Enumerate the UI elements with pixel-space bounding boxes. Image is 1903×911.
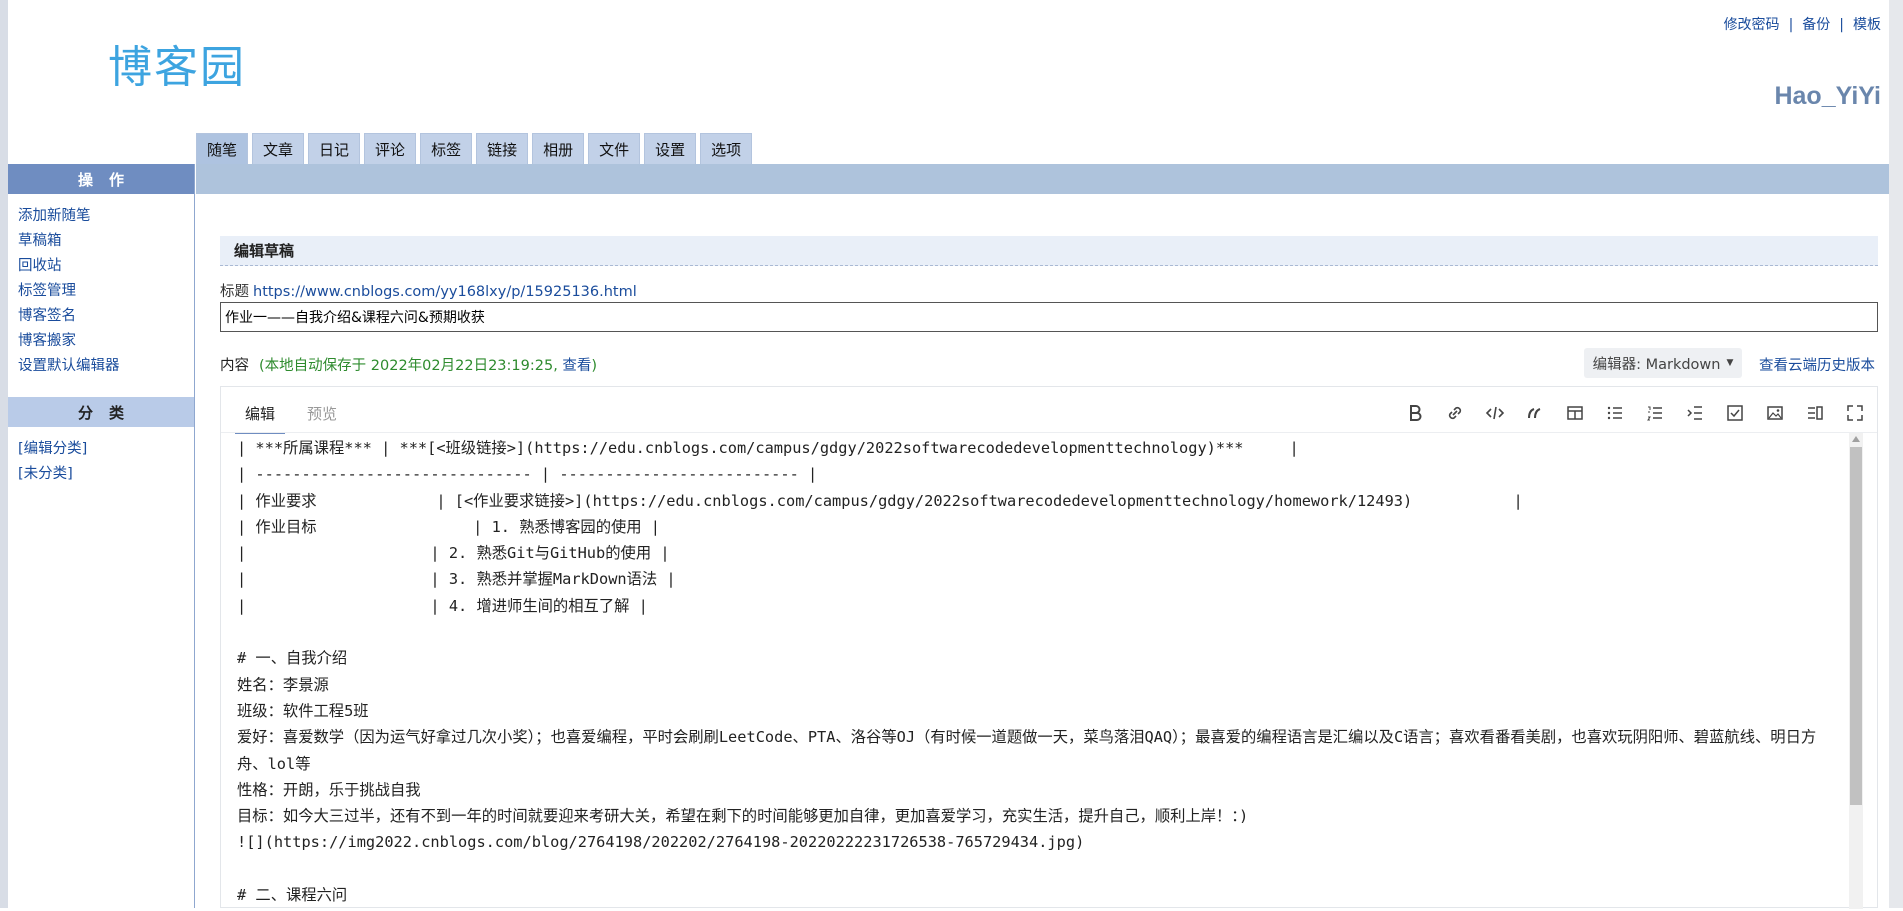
sidebar-category-list: [编辑分类] [未分类]: [8, 427, 194, 491]
main-tabs: 随笔 文章 日记 评论 标签 链接 相册 文件 设置 选项: [196, 133, 756, 165]
post-url-link[interactable]: https://www.cnblogs.com/yy168lxy/p/15925…: [253, 284, 637, 300]
editor-tabs: 编辑 预览: [235, 403, 359, 434]
unordered-list-icon[interactable]: [1605, 403, 1625, 423]
sidebar-item-drafts[interactable]: 草稿箱: [18, 229, 194, 254]
tab-posts[interactable]: 随笔: [196, 133, 249, 164]
markdown-editor: 编辑 预览 | ***所属课程*** | ***[<班级链接>](https:/…: [220, 386, 1878, 911]
ordered-list-icon[interactable]: [1645, 403, 1665, 423]
window-right-border: [1889, 0, 1903, 908]
editor-toolbar: [1405, 403, 1865, 423]
autosave-end: ): [591, 358, 598, 374]
content-row: 内容 (本地自动保存于 2022年02月22日23:19:25, 查看): [220, 354, 597, 375]
change-password-link[interactable]: 修改密码: [1724, 17, 1780, 33]
table-icon[interactable]: [1565, 403, 1585, 423]
bold-icon[interactable]: [1405, 403, 1425, 423]
separator: |: [1839, 17, 1844, 33]
section-title: 编辑草稿: [220, 236, 1878, 266]
tab-tags[interactable]: 标签: [420, 133, 473, 164]
split-view-icon[interactable]: [1805, 403, 1825, 423]
window-left-border: [0, 0, 8, 908]
editor-tab-preview[interactable]: 预览: [297, 403, 347, 434]
title-input[interactable]: [220, 302, 1878, 332]
backup-link[interactable]: 备份: [1802, 17, 1830, 33]
sidebar-item-blog-move[interactable]: 博客搬家: [18, 329, 194, 354]
title-label: 标题: [220, 284, 249, 300]
title-row: 标题 https://www.cnblogs.com/yy168lxy/p/159…: [220, 280, 637, 301]
code-icon[interactable]: [1485, 403, 1505, 423]
cloud-history-link[interactable]: 查看云端历史版本: [1759, 354, 1875, 375]
image-icon[interactable]: [1765, 403, 1785, 423]
sidebar-ops-header: 操作: [8, 164, 194, 194]
sidebar-item-edit-category[interactable]: [编辑分类]: [18, 437, 194, 462]
sidebar-item-uncategorized[interactable]: [未分类]: [18, 462, 194, 487]
sidebar-category-header: 分类: [8, 397, 194, 427]
tab-diary[interactable]: 日记: [308, 133, 361, 164]
tab-albums[interactable]: 相册: [532, 133, 585, 164]
indent-icon[interactable]: [1685, 403, 1705, 423]
autosave-status: (本地自动保存于 2022年02月22日23:19:25, 查看): [259, 358, 597, 374]
sidebar: 操作 添加新随笔 草稿箱 回收站 标签管理 博客签名 博客搬家 设置默认编辑器 …: [8, 164, 195, 908]
editor-scrollbar[interactable]: [1849, 433, 1863, 909]
template-link[interactable]: 模板: [1853, 17, 1881, 33]
quote-icon[interactable]: [1525, 403, 1545, 423]
fullscreen-icon[interactable]: [1845, 403, 1865, 423]
content-label: 内容: [220, 358, 249, 374]
caret-down-icon: ▼: [1726, 358, 1734, 368]
cnblogs-logo[interactable]: 博客园: [108, 36, 268, 93]
sidebar-item-blog-signature[interactable]: 博客签名: [18, 304, 194, 329]
tab-files[interactable]: 文件: [588, 133, 641, 164]
sidebar-item-tag-management[interactable]: 标签管理: [18, 279, 194, 304]
sidebar-item-add-post[interactable]: 添加新随笔: [18, 204, 194, 229]
tab-comments[interactable]: 评论: [364, 133, 417, 164]
scroll-up-arrow-icon[interactable]: [1852, 436, 1860, 442]
editor-tab-edit[interactable]: 编辑: [235, 403, 286, 434]
sidebar-ops-list: 添加新随笔 草稿箱 回收站 标签管理 博客签名 博客搬家 设置默认编辑器: [8, 194, 194, 383]
markdown-textarea[interactable]: | ***所属课程*** | ***[<班级链接>](https://edu.c…: [237, 433, 1845, 911]
tab-bar: [196, 164, 1889, 194]
separator: |: [1788, 17, 1794, 33]
checkbox-icon[interactable]: [1725, 403, 1745, 423]
tab-settings[interactable]: 设置: [644, 133, 697, 164]
top-links: 修改密码 | 备份 | 模板: [1724, 14, 1881, 34]
sidebar-item-default-editor[interactable]: 设置默认编辑器: [18, 354, 194, 379]
autosave-text: (本地自动保存于 2022年02月22日23:19:25,: [259, 358, 558, 374]
scrollbar-thumb[interactable]: [1850, 447, 1862, 805]
tab-articles[interactable]: 文章: [252, 133, 305, 164]
sidebar-item-recycle-bin[interactable]: 回收站: [18, 254, 194, 279]
tab-options[interactable]: 选项: [700, 133, 753, 164]
user-name: Hao_YiYi: [1774, 82, 1881, 110]
tab-links[interactable]: 链接: [476, 133, 529, 164]
editor-select[interactable]: 编辑器: Markdown ▼: [1584, 348, 1742, 378]
autosave-view-link[interactable]: 查看: [562, 358, 591, 374]
link-icon[interactable]: [1445, 403, 1465, 423]
logo-text: 博客园: [108, 42, 246, 92]
editor-select-label: 编辑器: Markdown: [1592, 356, 1721, 373]
